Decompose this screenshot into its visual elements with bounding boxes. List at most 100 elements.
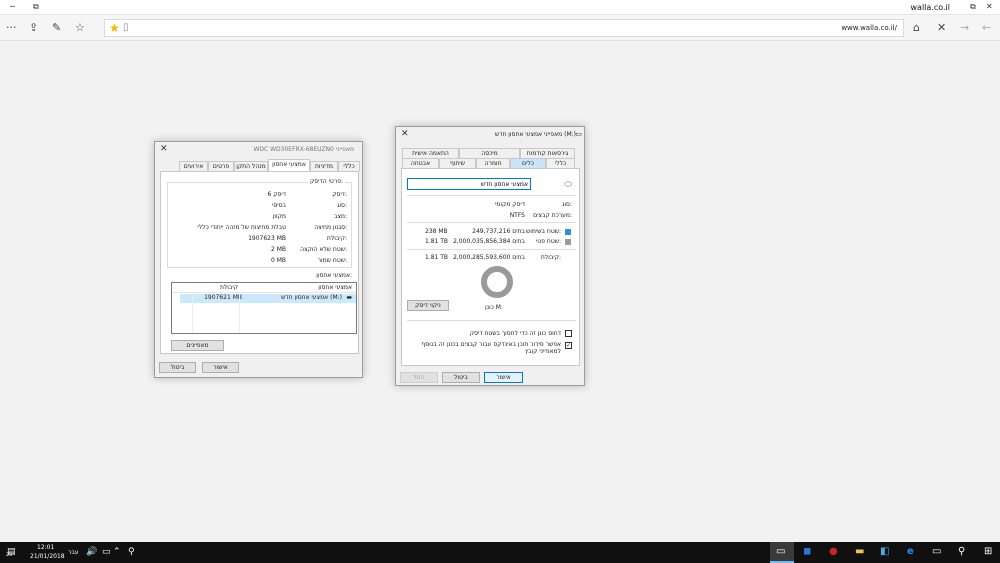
- tab-customize[interactable]: התאמה אישית: [402, 148, 459, 158]
- drive-title-icon: ▭: [575, 130, 582, 138]
- volume-icon[interactable]: 🔊: [86, 546, 97, 558]
- col-header-capacity[interactable]: קיבולת: [220, 284, 238, 291]
- compress-checkbox[interactable]: [565, 330, 572, 337]
- search-icon[interactable]: ⚲: [958, 546, 965, 558]
- table-row[interactable]: ▬ אמצעי אחסון חדש (M:) 1907621 MB: [180, 294, 356, 303]
- tab-hardware[interactable]: חומרה: [476, 158, 510, 168]
- edge-icon[interactable]: e: [907, 546, 914, 558]
- free-bytes: 2,000,035,856,384 בתים: [453, 238, 525, 245]
- ok-button[interactable]: אישור: [202, 362, 239, 373]
- capacity-size: 1.81 TB: [425, 254, 449, 261]
- network-icon[interactable]: ▭: [102, 546, 111, 558]
- back-icon[interactable]: ←: [982, 21, 991, 35]
- tab-title[interactable]: walla.co.il: [911, 3, 950, 12]
- index-checkbox[interactable]: ✓: [565, 342, 572, 349]
- fs-value: NTFS: [509, 212, 525, 219]
- cancel-button[interactable]: ביטול: [159, 362, 196, 373]
- more-icon[interactable]: ···: [6, 21, 17, 35]
- tab-general[interactable]: כללי: [546, 158, 575, 168]
- minimize-icon[interactable]: ─: [10, 2, 15, 11]
- task-view-icon[interactable]: ▭: [932, 546, 941, 558]
- taskbar-app-drive[interactable]: ▭: [770, 542, 794, 563]
- tab-set-aside-icon[interactable]: ⧉: [970, 2, 976, 12]
- volumes-title: אמצעי אחסון:: [316, 272, 352, 279]
- volume-capacity: 1907621 MB: [204, 294, 242, 301]
- volume-name-input[interactable]: [407, 178, 531, 190]
- disk-info-title: פרטי הדיסק:: [308, 178, 345, 185]
- outlook-icon[interactable]: ◼: [803, 546, 811, 558]
- free-swatch: [565, 239, 571, 245]
- tab-previous-versions[interactable]: גירסאות קודמות: [520, 148, 575, 158]
- close-icon[interactable]: ✕: [160, 144, 168, 154]
- col-header-volume[interactable]: אמצעי אחסון: [318, 284, 352, 291]
- properties-button[interactable]: מאפיינים: [171, 340, 224, 351]
- chevron-up-icon[interactable]: ⌃: [113, 546, 121, 558]
- close-icon[interactable]: ✕: [401, 129, 409, 139]
- start-icon[interactable]: ⊞: [984, 546, 992, 558]
- row-value-disk: דיסק 6: [267, 191, 286, 198]
- volume-properties-dialog: ✕ מאפייני אמצעי אחסון חדש (M:) ▭ גירסאות…: [395, 126, 585, 386]
- compress-label: דחוס כונן זה כדי לחסוך בשטח דיסק: [469, 330, 561, 337]
- title-bar: ─ ⧉ ✕ ⧉ walla.co.il: [0, 0, 1000, 15]
- volume-name: אמצעי אחסון חדש (M:): [281, 294, 342, 301]
- tab-tools[interactable]: כלים: [510, 158, 546, 168]
- people-icon[interactable]: ⚲: [128, 546, 135, 558]
- row-label-unallocated: שטח שלא הוקצה:: [300, 246, 347, 253]
- capacity-label: קיבולת:: [540, 254, 561, 261]
- tab-policies[interactable]: מדיניות: [310, 161, 338, 171]
- favorites-icon[interactable]: ☆: [75, 21, 85, 35]
- tab-volumes[interactable]: אמצעי אחסון: [268, 159, 310, 171]
- cancel-button[interactable]: ביטול: [442, 372, 480, 383]
- dialog-title: מאפייני אמצעי אחסון חדש (M:): [494, 131, 576, 138]
- address-bar[interactable]: ★ ▯ www.walla.co.il/: [104, 19, 904, 37]
- app-red-icon[interactable]: ●: [829, 546, 838, 558]
- tab-events[interactable]: אירועים: [179, 161, 208, 171]
- clock-date[interactable]: 21/01/2018: [30, 553, 65, 560]
- row-label-capacity: קיבולת:: [326, 235, 347, 242]
- tab-general[interactable]: כללי: [338, 161, 360, 171]
- volumes-header: אמצעי אחסון קיבולת: [172, 283, 356, 293]
- ok-button[interactable]: אישור: [484, 372, 523, 383]
- separator: [407, 320, 576, 321]
- row-value-capacity: 1907623 MB: [248, 235, 286, 242]
- forward-icon[interactable]: →: [960, 21, 969, 35]
- row-value-unallocated: 2 MB: [270, 246, 286, 253]
- close-window-icon[interactable]: ✕: [986, 2, 993, 11]
- tab-details[interactable]: פרטים: [208, 161, 234, 171]
- row-value-reserved: 0 MB: [270, 257, 286, 264]
- column-divider: [239, 293, 240, 333]
- home-icon[interactable]: ⌂: [913, 21, 920, 35]
- pen-icon[interactable]: ✎: [52, 21, 61, 35]
- used-size: 238 MB: [425, 228, 448, 235]
- reading-view-icon[interactable]: ▯: [123, 22, 129, 33]
- row-label-partition: סגנון מחיצה:: [314, 224, 347, 231]
- dialog-title: WDC WD30EFRX-68EUZN0 מאפייני: [253, 146, 354, 153]
- free-label: שטח פנוי:: [535, 238, 561, 245]
- tab-panel: פרטי הדיסק: דיסק: דיסק 6 סוג: בסיסי מצב:…: [160, 171, 359, 354]
- disk-properties-dialog: ✕ WDC WD30EFRX-68EUZN0 מאפייני כללי מדינ…: [154, 141, 363, 378]
- tab-driver[interactable]: מנהל התקן: [234, 161, 268, 171]
- share-icon[interactable]: ⇪: [29, 21, 38, 35]
- store-icon[interactable]: ◧: [880, 546, 889, 558]
- notification-count: 25: [6, 552, 13, 558]
- free-size: 1.81 TB: [425, 238, 449, 245]
- restore-icon[interactable]: ⧉: [33, 2, 39, 12]
- language-indicator[interactable]: עבר: [68, 549, 79, 556]
- disk-cleanup-button[interactable]: ניקוי דיסק: [407, 300, 449, 311]
- tab-quota[interactable]: מיכסה: [459, 148, 520, 158]
- used-swatch: [565, 229, 571, 235]
- tab-sharing[interactable]: שיתוף: [439, 158, 476, 168]
- address-url[interactable]: www.walla.co.il/: [841, 24, 897, 32]
- apply-button[interactable]: החל: [400, 372, 438, 383]
- drive-icon: ⬭: [564, 180, 572, 190]
- separator: [407, 222, 576, 223]
- stop-icon[interactable]: ✕: [937, 21, 946, 35]
- clock-time[interactable]: 12:01: [37, 544, 54, 551]
- usage-donut-chart: [481, 266, 513, 298]
- tab-security[interactable]: אבטחה: [402, 158, 439, 168]
- favorite-star-icon[interactable]: ★: [109, 21, 120, 35]
- tab-panel: ⬭ סוג: דיסק מקומי מערכת קבצים: NTFS שטח …: [401, 168, 580, 366]
- file-explorer-icon[interactable]: ▬: [855, 546, 864, 558]
- type-value: דיסק מקומי: [494, 201, 525, 208]
- volumes-list[interactable]: אמצעי אחסון קיבולת ▬ אמצעי אחסון חדש (M:…: [171, 282, 357, 334]
